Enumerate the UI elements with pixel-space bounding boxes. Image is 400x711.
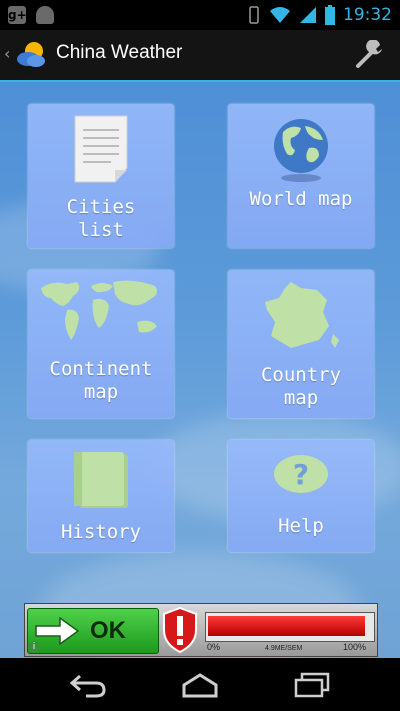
ad-bar-caption: 4.9ME/SEM <box>265 645 303 652</box>
back-icon[interactable] <box>68 672 108 698</box>
tile-history[interactable]: History <box>28 440 174 552</box>
tile-help[interactable]: ? Help <box>228 440 374 552</box>
main-menu: Cities list World map Continent map Coun… <box>0 82 400 658</box>
document-icon <box>74 115 128 183</box>
tile-world-map[interactable]: World map <box>228 104 374 248</box>
world-map-icon <box>41 280 157 340</box>
tile-history-label: History <box>60 521 142 543</box>
ad-progress-bar <box>205 612 375 642</box>
action-bar: ‹ China Weather <box>0 30 400 82</box>
app-title: China Weather <box>56 42 183 63</box>
ad-bar-min: 0% <box>207 642 221 652</box>
france-map-icon <box>265 282 339 348</box>
tile-help-label: Help <box>278 515 324 537</box>
navigation-bar <box>0 658 400 711</box>
status-time: 19:32 <box>343 5 392 25</box>
ad-ok-button[interactable]: OK <box>27 608 159 654</box>
svg-text:?: ? <box>293 458 309 491</box>
vibrate-icon <box>249 6 259 24</box>
warning-shield-icon <box>163 606 197 654</box>
arrow-right-icon <box>35 617 80 645</box>
recent-apps-icon[interactable] <box>292 672 332 698</box>
home-icon[interactable] <box>180 672 220 698</box>
ad-progress-fill <box>208 616 365 636</box>
tile-world-map-label: World map <box>249 187 353 210</box>
tile-country-map-label: Country map <box>260 364 342 409</box>
ad-banner[interactable]: OK 0% 4.9ME/SEM 100% i <box>24 603 378 657</box>
up-caret-icon[interactable]: ‹ <box>4 44 10 63</box>
status-bar: g+ 19:32 <box>0 0 400 30</box>
battery-icon <box>325 5 335 25</box>
wifi-icon <box>270 7 290 23</box>
wrench-icon[interactable] <box>354 40 386 72</box>
tile-continent-map-label: Continent map <box>49 358 153 403</box>
ad-bar-max: 100% <box>343 642 367 652</box>
globe-icon <box>274 119 328 182</box>
ad-ok-label: OK <box>90 617 126 644</box>
book-icon <box>74 452 128 508</box>
tile-country-map[interactable]: Country map <box>228 270 374 418</box>
google-plus-icon: g+ <box>8 6 27 24</box>
ad-info-icon[interactable]: i <box>28 641 40 653</box>
question-icon: ? <box>274 455 328 493</box>
android-icon <box>36 6 54 24</box>
weather-app-logo-icon[interactable] <box>16 39 48 71</box>
signal-icon <box>300 7 316 23</box>
tile-continent-map[interactable]: Continent map <box>28 270 174 418</box>
tile-cities-list-label: Cities list <box>66 196 136 241</box>
tile-cities-list[interactable]: Cities list <box>28 104 174 248</box>
